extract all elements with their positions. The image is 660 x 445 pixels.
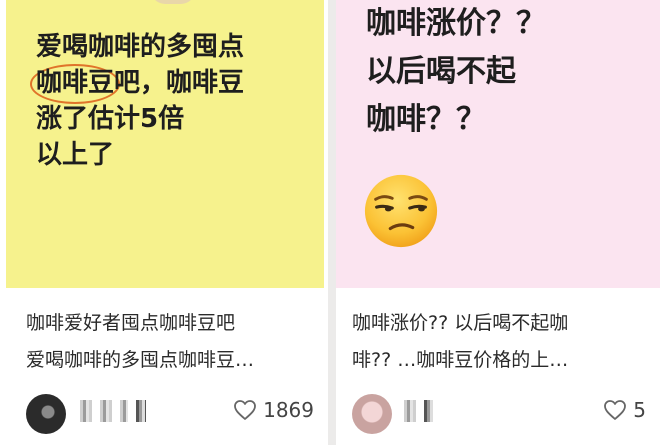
- unamused-face-emoji: [364, 174, 438, 248]
- like-button[interactable]: 5: [603, 398, 646, 422]
- cover-decoration: [151, 0, 195, 4]
- post-card-left[interactable]: 爱喝咖啡的多囤点 咖啡豆吧，咖啡豆 涨了估计5倍 以上了 咖啡爱好者囤点咖啡豆吧…: [0, 0, 328, 445]
- blurred-author-name[interactable]: [80, 400, 146, 422]
- like-button[interactable]: 1869: [233, 398, 314, 422]
- cover-line: 咖啡豆吧，咖啡豆: [30, 63, 316, 104]
- cover-line: 咖啡涨价？？: [366, 6, 546, 41]
- like-count: 5: [633, 398, 646, 422]
- cover-line: 咖啡？？: [366, 102, 486, 137]
- avatar[interactable]: [352, 394, 392, 434]
- cover-line: 爱喝咖啡的多囤点: [36, 32, 245, 62]
- post-caption[interactable]: 咖啡爱好者囤点咖啡豆吧 爱喝咖啡的多囤点咖啡豆…: [26, 305, 316, 379]
- cover-text: 咖啡涨价？？ 以后喝不起 咖啡？？: [366, 0, 646, 144]
- post-caption[interactable]: 咖啡涨价?? 以后喝不起咖 啡?? …咖啡豆价格的上…: [352, 305, 648, 379]
- avatar[interactable]: [26, 394, 66, 434]
- heart-outline-icon: [604, 400, 627, 420]
- circled-highlight: 咖啡豆: [30, 63, 121, 104]
- author-row: 5: [352, 392, 646, 434]
- cover-text: 爱喝咖啡的多囤点 咖啡豆吧，咖啡豆 涨了估计5倍 以上了: [30, 30, 316, 174]
- cover-line: 以后喝不起: [366, 54, 516, 89]
- heart-outline-icon: [234, 400, 256, 420]
- post-cover-image[interactable]: 咖啡涨价？？ 以后喝不起 咖啡？？: [336, 0, 660, 288]
- author-row: 1869: [26, 392, 314, 434]
- blurred-author-name[interactable]: [404, 400, 433, 422]
- like-count: 1869: [263, 398, 314, 422]
- post-card-right[interactable]: 咖啡涨价？？ 以后喝不起 咖啡？？ 咖啡涨价?? 以后喝不起咖 啡?? …咖啡豆…: [336, 0, 660, 445]
- cover-line: 涨了估计5倍: [36, 103, 185, 134]
- cover-line: 以上了: [36, 139, 115, 170]
- post-cover-image[interactable]: 爱喝咖啡的多囤点 咖啡豆吧，咖啡豆 涨了估计5倍 以上了: [6, 0, 324, 288]
